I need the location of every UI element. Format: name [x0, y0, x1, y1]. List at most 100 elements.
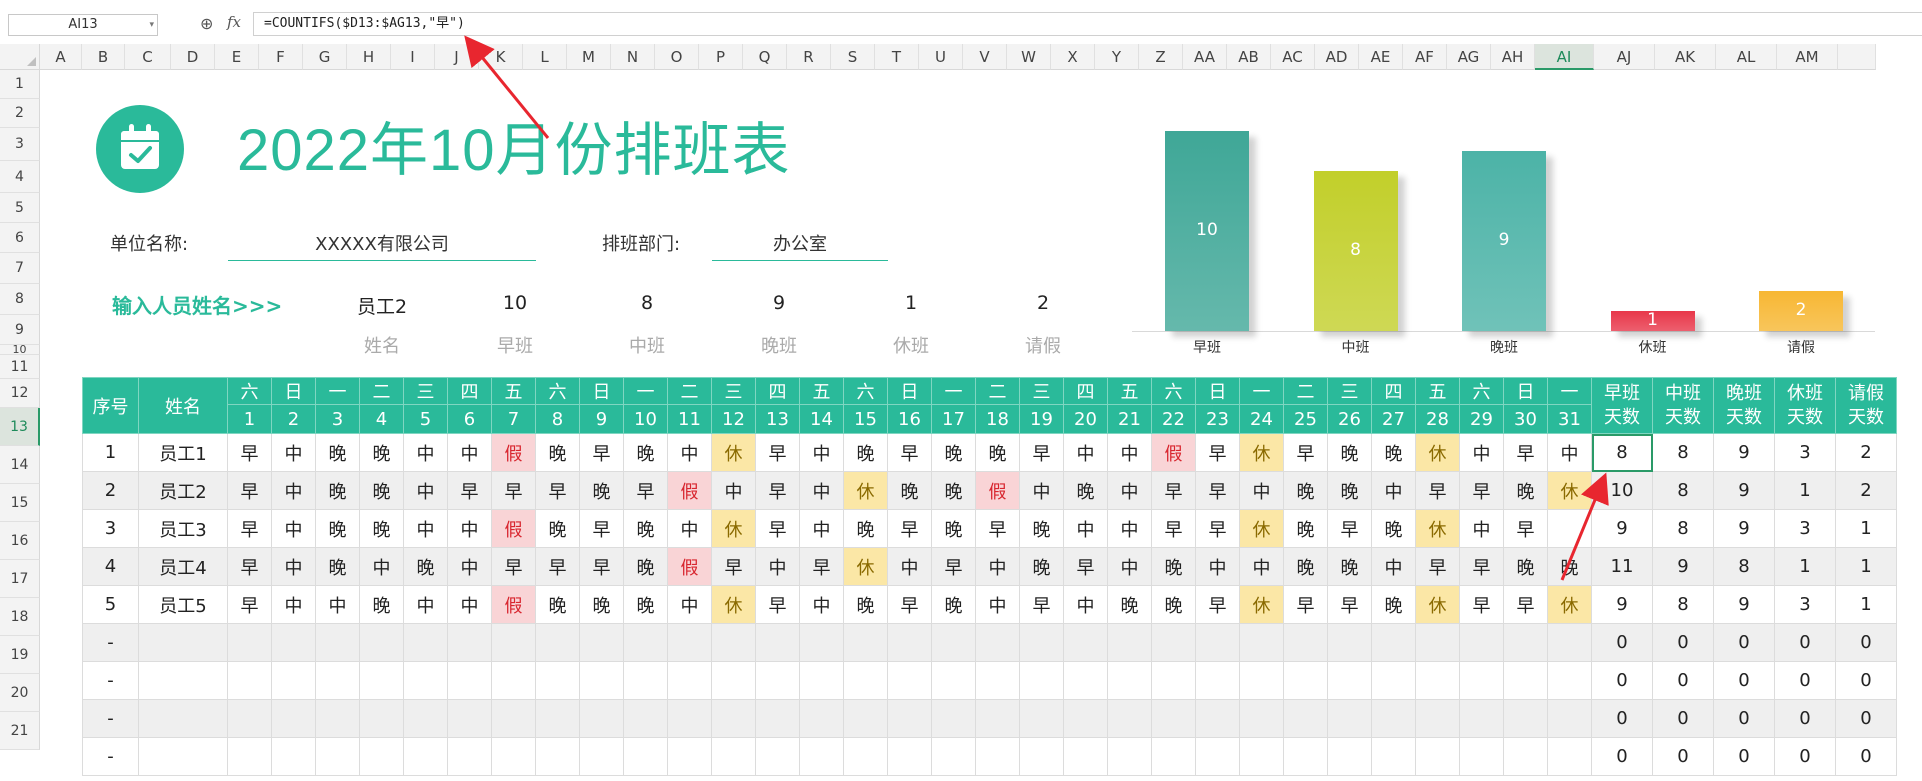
shift-cell[interactable] — [227, 623, 272, 662]
sum-cell[interactable]: 0 — [1713, 737, 1775, 776]
row-seq[interactable]: - — [82, 699, 139, 738]
shift-cell[interactable]: 晚 — [1019, 547, 1064, 586]
sum-cell[interactable]: 8 — [1652, 433, 1714, 472]
shift-cell[interactable]: 中 — [447, 547, 492, 586]
shift-cell[interactable]: 晚 — [359, 433, 404, 472]
row-seq[interactable]: - — [82, 661, 139, 700]
shift-cell[interactable] — [1503, 623, 1548, 662]
shift-cell[interactable] — [667, 699, 712, 738]
sum-cell[interactable]: 0 — [1652, 737, 1714, 776]
row-seq[interactable]: - — [82, 623, 139, 662]
row-name[interactable]: 员工5 — [138, 585, 228, 624]
shift-cell[interactable]: 中 — [887, 547, 932, 586]
shift-cell[interactable]: 早 — [579, 433, 624, 472]
sum-cell[interactable]: 9 — [1713, 471, 1775, 510]
row-header-11[interactable]: 11 — [0, 355, 40, 379]
shift-cell[interactable]: 休 — [711, 585, 756, 624]
sum-cell[interactable]: 0 — [1713, 661, 1775, 700]
row-header-1[interactable]: 1 — [0, 70, 40, 99]
shift-cell[interactable] — [843, 661, 888, 700]
shift-cell[interactable] — [975, 623, 1020, 662]
shift-cell[interactable]: 早 — [1503, 509, 1548, 548]
column-header-AB[interactable]: AB — [1227, 44, 1271, 70]
shift-cell[interactable]: 晚 — [1019, 509, 1064, 548]
row-name[interactable] — [138, 661, 228, 700]
row-header-13[interactable]: 13 — [0, 408, 40, 446]
shift-cell[interactable] — [931, 661, 976, 700]
shift-cell[interactable]: 早 — [755, 471, 800, 510]
shift-cell[interactable] — [799, 737, 844, 776]
column-header-AL[interactable]: AL — [1716, 44, 1777, 70]
column-header-G[interactable]: G — [303, 44, 347, 70]
shift-cell[interactable] — [447, 699, 492, 738]
row-header-9[interactable]: 9 — [0, 315, 40, 345]
shift-cell[interactable] — [1283, 699, 1328, 738]
shift-cell[interactable]: 晚 — [579, 471, 624, 510]
shift-cell[interactable] — [491, 737, 536, 776]
row-seq[interactable]: 2 — [82, 471, 139, 510]
shift-cell[interactable]: 中 — [799, 433, 844, 472]
sum-cell[interactable]: 0 — [1652, 623, 1714, 662]
shift-cell[interactable] — [535, 661, 580, 700]
shift-cell[interactable] — [843, 737, 888, 776]
sum-cell[interactable]: 1 — [1774, 471, 1836, 510]
shift-cell[interactable] — [227, 737, 272, 776]
shift-cell[interactable] — [1063, 623, 1108, 662]
shift-cell[interactable]: 中 — [359, 547, 404, 586]
row-seq[interactable]: 3 — [82, 509, 139, 548]
shift-cell[interactable] — [1195, 699, 1240, 738]
shift-cell[interactable]: 休 — [711, 433, 756, 472]
row-header-12[interactable]: 12 — [0, 379, 40, 408]
shift-cell[interactable] — [1151, 699, 1196, 738]
shift-cell[interactable]: 早 — [1327, 585, 1372, 624]
shift-cell[interactable]: 晚 — [535, 585, 580, 624]
shift-cell[interactable] — [799, 699, 844, 738]
shift-cell[interactable] — [1151, 737, 1196, 776]
shift-cell[interactable] — [1327, 699, 1372, 738]
sum-cell[interactable]: 0 — [1652, 661, 1714, 700]
shift-cell[interactable]: 早 — [447, 471, 492, 510]
shift-cell[interactable] — [667, 737, 712, 776]
shift-cell[interactable]: 中 — [1063, 585, 1108, 624]
row-header-18[interactable]: 18 — [0, 598, 40, 636]
sum-cell[interactable]: 9 — [1713, 509, 1775, 548]
shift-cell[interactable]: 晚 — [887, 471, 932, 510]
shift-cell[interactable]: 晚 — [931, 585, 976, 624]
shift-cell[interactable] — [887, 623, 932, 662]
shift-cell[interactable]: 中 — [1107, 471, 1152, 510]
shift-cell[interactable] — [843, 699, 888, 738]
shift-cell[interactable] — [447, 661, 492, 700]
shift-cell[interactable]: 早 — [1283, 585, 1328, 624]
row-name[interactable]: 员工2 — [138, 471, 228, 510]
shift-cell[interactable]: 中 — [1107, 547, 1152, 586]
shift-cell[interactable] — [1151, 661, 1196, 700]
shift-cell[interactable]: 休 — [1415, 585, 1460, 624]
zoom-icon[interactable]: ⊕ — [200, 13, 222, 35]
shift-cell[interactable]: 晚 — [623, 547, 668, 586]
dept-value[interactable]: 办公室 — [712, 230, 888, 256]
shift-cell[interactable] — [755, 737, 800, 776]
shift-cell[interactable]: 晚 — [931, 509, 976, 548]
sum-cell[interactable]: 9 — [1591, 585, 1653, 624]
shift-cell[interactable] — [359, 737, 404, 776]
shift-cell[interactable]: 晚 — [1503, 547, 1548, 586]
row-name[interactable] — [138, 737, 228, 776]
shift-cell[interactable] — [359, 623, 404, 662]
column-header-AF[interactable]: AF — [1403, 44, 1447, 70]
sum-cell[interactable]: 0 — [1591, 661, 1653, 700]
shift-cell[interactable] — [799, 661, 844, 700]
shift-cell[interactable] — [1239, 661, 1284, 700]
shift-cell[interactable]: 中 — [403, 471, 448, 510]
shift-cell[interactable] — [1503, 737, 1548, 776]
shift-cell[interactable]: 中 — [975, 585, 1020, 624]
column-header-E[interactable]: E — [215, 44, 259, 70]
shift-cell[interactable]: 晚 — [623, 585, 668, 624]
column-header-AE[interactable]: AE — [1359, 44, 1403, 70]
shift-cell[interactable] — [1019, 737, 1064, 776]
shift-cell[interactable] — [359, 699, 404, 738]
shift-cell[interactable] — [711, 661, 756, 700]
shift-cell[interactable] — [315, 737, 360, 776]
column-header-I[interactable]: I — [391, 44, 435, 70]
column-header-J[interactable]: J — [435, 44, 479, 70]
shift-cell[interactable]: 中 — [447, 509, 492, 548]
